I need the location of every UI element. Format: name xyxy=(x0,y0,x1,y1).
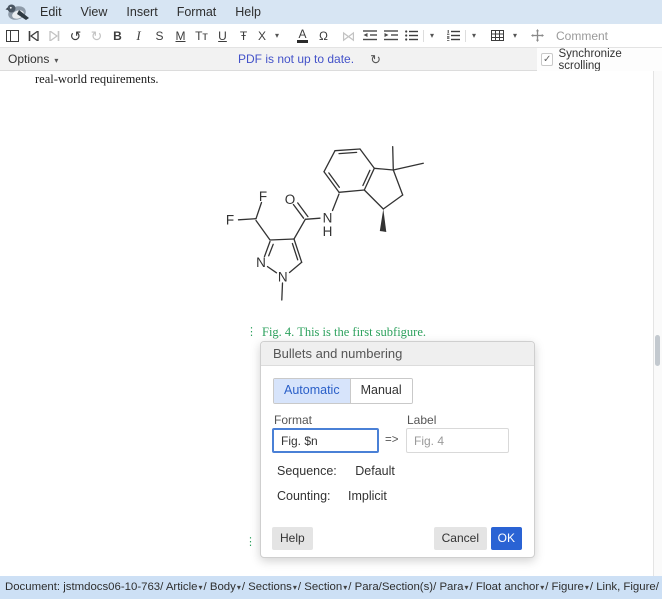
label-preview-input[interactable] xyxy=(406,428,509,453)
atom-label-h-amide: H xyxy=(323,224,333,239)
wedge-bond xyxy=(380,209,387,232)
numbered-list-dropdown-icon[interactable]: ▾ xyxy=(467,25,481,47)
toolbar-divider xyxy=(465,30,466,42)
counting-label: Counting: xyxy=(277,489,331,503)
underline-button[interactable]: U xyxy=(212,25,233,47)
t-stroke-button[interactable]: Ŧ xyxy=(233,25,254,47)
strike-style-button[interactable]: S xyxy=(149,25,170,47)
tab-automatic[interactable]: Automatic xyxy=(274,379,350,403)
breadcrumb-prefix: Document: jstmdocs06-10-763/ xyxy=(5,581,163,593)
table-icon[interactable] xyxy=(487,25,508,47)
redo-icon[interactable]: ↻ xyxy=(86,25,107,47)
format-input[interactable] xyxy=(272,428,379,453)
vertical-scrollbar-thumb[interactable] xyxy=(655,335,660,366)
bullet-list-dropdown-icon[interactable]: ▾ xyxy=(425,25,439,47)
atom-label-n-ring-bottom: N xyxy=(278,270,288,285)
sidebar-toggle-icon[interactable] xyxy=(2,25,23,47)
toolbar-divider xyxy=(423,30,424,42)
tab-manual[interactable]: Manual xyxy=(350,379,412,403)
bullet-list-icon[interactable] xyxy=(401,25,422,47)
numbered-list-icon[interactable] xyxy=(443,25,464,47)
breadcrumb-item-para[interactable]: Para▾/ xyxy=(439,581,472,593)
bowtie-icon[interactable]: ⋈ xyxy=(338,25,359,47)
move-anchor-icon[interactable] xyxy=(527,25,548,47)
menu-edit[interactable]: Edit xyxy=(40,5,62,19)
table-dropdown-icon[interactable]: ▾ xyxy=(508,25,522,47)
options-label: Options xyxy=(8,52,49,66)
label-field-label: Label xyxy=(407,413,436,427)
sequence-value: Default xyxy=(355,464,395,478)
dialog-title: Bullets and numbering xyxy=(261,342,534,366)
counting-value: Implicit xyxy=(348,489,387,503)
breadcrumb-item-body[interactable]: Body▾/ xyxy=(210,581,245,593)
sync-scrolling-checkbox[interactable]: ✓ xyxy=(541,53,553,66)
font-color-button[interactable]: A xyxy=(292,25,313,47)
sequence-label: Sequence: xyxy=(277,464,337,478)
ok-button[interactable]: OK xyxy=(491,527,522,550)
app-logo-bird-icon xyxy=(5,2,31,22)
x-style-button[interactable]: X xyxy=(254,25,270,47)
x-style-dropdown-icon[interactable]: ▾ xyxy=(270,25,284,47)
formatting-toolbar: ↺ ↻ B I S M Tт U Ŧ X ▾ A Ω ⋈ ▾ ▾ ▾ xyxy=(0,24,662,48)
sync-scrolling-control: ✓ Synchronize scrolling xyxy=(537,48,662,71)
menu-bar: Edit View Insert Format Help xyxy=(0,0,662,24)
indent-increase-icon[interactable] xyxy=(380,25,401,47)
breadcrumb-item-section[interactable]: Section▾/ xyxy=(304,581,351,593)
comment-button[interactable]: Comment xyxy=(556,29,608,43)
app-window: Edit View Insert Format Help ↺ ↻ B I S M… xyxy=(0,0,662,599)
indent-decrease-icon[interactable] xyxy=(359,25,380,47)
maps-to-arrow: => xyxy=(385,434,398,446)
document-paragraph[interactable]: real-world requirements. xyxy=(35,72,159,87)
italic-button[interactable]: I xyxy=(128,25,149,47)
atom-label-f-left: F xyxy=(226,213,234,228)
options-dropdown[interactable]: Options ▾ xyxy=(8,48,58,70)
atom-label-n-ring-left: N xyxy=(256,255,266,270)
breadcrumb-item-float-anchor[interactable]: Float anchor▾/ xyxy=(476,581,549,593)
breadcrumb-item-link-figure[interactable]: Link, Figure/ xyxy=(596,581,659,593)
chemical-structure-figure[interactable]: F F O N H N N xyxy=(180,130,460,320)
breadcrumb-item-article[interactable]: Article▾/ xyxy=(166,581,207,593)
document-canvas[interactable]: real-world requirements. xyxy=(0,71,662,576)
drag-handle-icon[interactable]: ⋮ xyxy=(245,535,256,550)
smallcaps-button[interactable]: Tт xyxy=(191,25,212,47)
menu-insert[interactable]: Insert xyxy=(126,5,157,19)
skip-previous-icon[interactable] xyxy=(23,25,44,47)
options-caret-icon: ▾ xyxy=(54,56,58,65)
atom-label-o: O xyxy=(285,192,296,207)
atom-label-f-top: F xyxy=(259,189,267,204)
breadcrumb-item-figure[interactable]: Figure▾/ xyxy=(552,581,593,593)
refresh-pdf-icon[interactable]: ↻ xyxy=(370,53,381,66)
breadcrumb-item-para-sections[interactable]: Para/Section(s)/ xyxy=(355,581,437,593)
figure-caption[interactable]: ⋮ Fig. 4. This is the first subfigure. xyxy=(246,325,426,340)
breadcrumb-bar: Document: jstmdocs06-10-763/ Article▾/ B… xyxy=(0,576,662,599)
figure-caption-text[interactable]: Fig. 4. This is the first subfigure. xyxy=(262,325,426,340)
sync-scrolling-label: Synchronize scrolling xyxy=(558,48,662,72)
bold-button[interactable]: B xyxy=(107,25,128,47)
cancel-button[interactable]: Cancel xyxy=(434,527,487,550)
dialog-tabs: Automatic Manual xyxy=(273,378,413,404)
menu-view[interactable]: View xyxy=(81,5,108,19)
markup-m-button[interactable]: M xyxy=(170,25,191,47)
vertical-scrollbar-track[interactable] xyxy=(653,71,662,576)
drag-handle-icon[interactable]: ⋮ xyxy=(246,325,257,340)
skip-next-icon[interactable] xyxy=(44,25,65,47)
format-field-label: Format xyxy=(274,413,312,427)
undo-icon[interactable]: ↺ xyxy=(65,25,86,47)
check-icon: ✓ xyxy=(543,54,551,65)
bullets-numbering-dialog: Bullets and numbering Automatic Manual F… xyxy=(260,341,535,558)
menu-help[interactable]: Help xyxy=(235,5,261,19)
font-color-letter: A xyxy=(297,29,307,43)
options-bar: Options ▾ PDF is not up to date. ↻ ✓ Sync… xyxy=(0,48,662,71)
breadcrumb-item-sections[interactable]: Sections▾/ xyxy=(248,581,301,593)
special-character-button[interactable]: Ω xyxy=(313,25,334,47)
pdf-status-text[interactable]: PDF is not up to date. xyxy=(238,52,354,66)
help-button[interactable]: Help xyxy=(272,527,313,550)
menu-format[interactable]: Format xyxy=(177,5,217,19)
